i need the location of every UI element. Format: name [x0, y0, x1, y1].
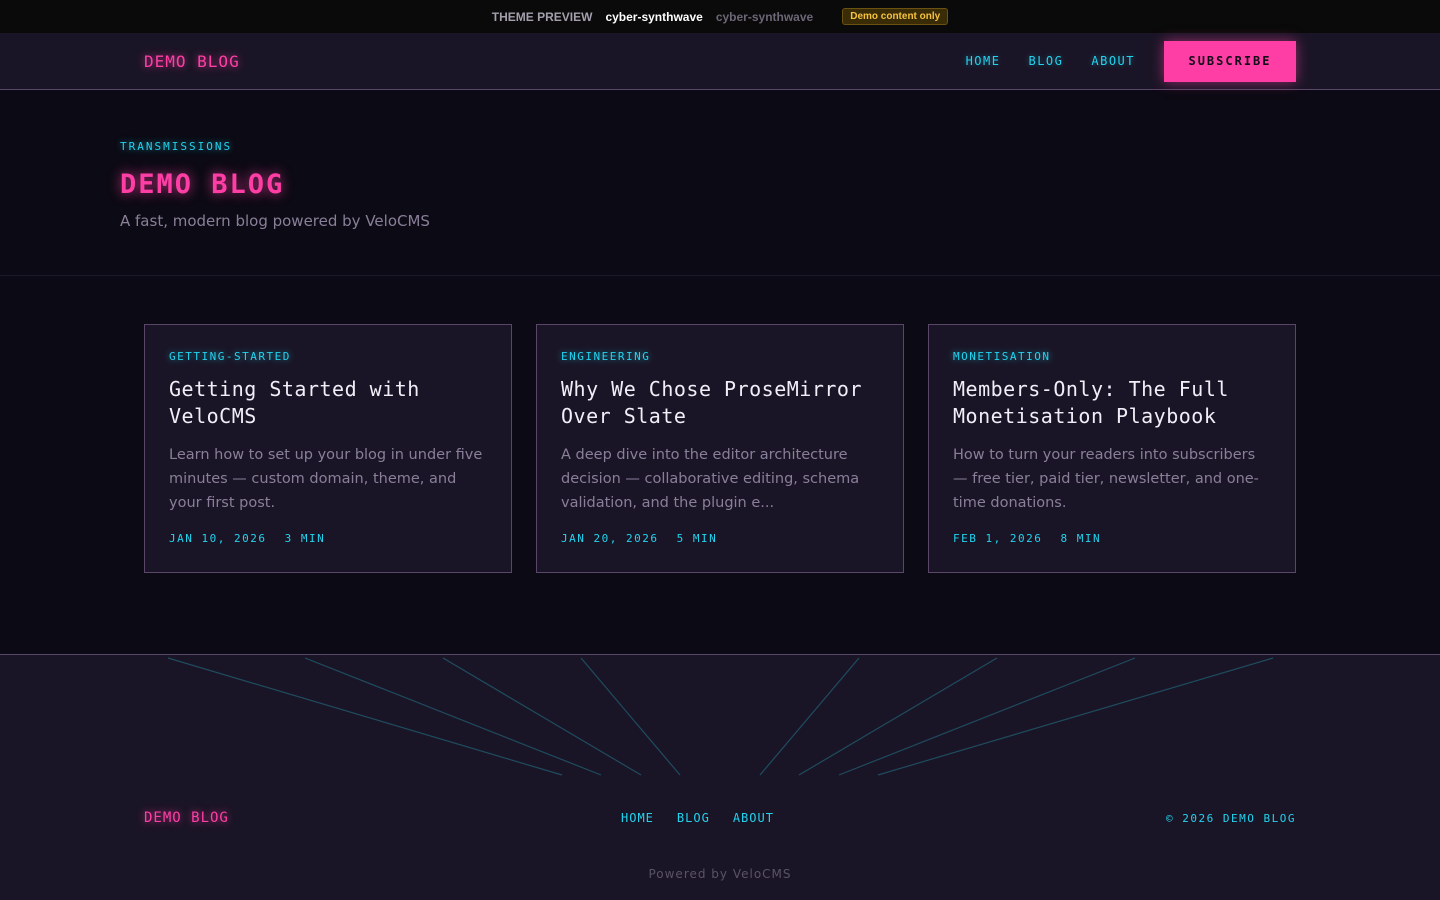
nav-link-blog[interactable]: BLOG — [1028, 54, 1063, 68]
site-logo[interactable]: DEMO BLOG — [144, 52, 240, 71]
post-read-time: 5 MIN — [676, 532, 718, 545]
hero-eyebrow: TRANSMISSIONS — [120, 140, 233, 153]
site-footer: DEMO BLOG HOME BLOG ABOUT © 2026 DEMO BL… — [0, 654, 1440, 900]
copyright-text: © 2026 DEMO BLOG — [1166, 811, 1296, 825]
footer-link-home[interactable]: HOME — [621, 811, 654, 825]
synthwave-grid-decoration — [167, 657, 1274, 776]
post-date: JAN 10, 2026 — [169, 532, 267, 545]
theme-preview-bar: THEME PREVIEW cyber-synthwave cyber-synt… — [0, 0, 1440, 33]
post-card[interactable]: MONETISATION Members-Only: The Full Mone… — [928, 324, 1296, 573]
site-header: DEMO BLOG HOME BLOG ABOUT SUBSCRIBE — [0, 33, 1440, 90]
post-read-time: 8 MIN — [1060, 532, 1102, 545]
post-title[interactable]: Members-Only: The Full Monetisation Play… — [953, 376, 1271, 430]
hero-subtitle: A fast, modern blog powered by VeloCMS — [120, 212, 430, 230]
post-card[interactable]: GETTING-STARTED Getting Started with Vel… — [144, 324, 512, 573]
main-nav: HOME BLOG ABOUT SUBSCRIBE — [966, 40, 1296, 82]
post-meta: JAN 10, 2026 3 MIN — [169, 532, 487, 545]
nav-link-about[interactable]: ABOUT — [1091, 54, 1135, 68]
hero-section: TRANSMISSIONS DEMO BLOG A fast, modern b… — [0, 90, 1440, 276]
post-tag[interactable]: MONETISATION — [953, 350, 1271, 363]
footer-link-blog[interactable]: BLOG — [677, 811, 710, 825]
post-list: GETTING-STARTED Getting Started with Vel… — [0, 276, 1440, 654]
footer-row: DEMO BLOG HOME BLOG ABOUT © 2026 DEMO BL… — [144, 810, 1296, 826]
current-theme-name: cyber-synthwave — [605, 9, 703, 24]
post-excerpt: A deep dive into the editor architecture… — [561, 447, 860, 511]
nav-link-home[interactable]: HOME — [966, 54, 1001, 68]
post-excerpt: Learn how to set up your blog in under f… — [169, 447, 483, 511]
page-title: DEMO BLOG — [120, 169, 285, 200]
post-card[interactable]: ENGINEERING Why We Chose ProseMirror Ove… — [536, 324, 904, 573]
footer-link-about[interactable]: ABOUT — [733, 811, 774, 825]
footer-logo[interactable]: DEMO BLOG — [144, 810, 229, 826]
demo-content-badge: Demo content only — [842, 8, 949, 25]
post-read-time: 3 MIN — [284, 532, 326, 545]
post-title[interactable]: Getting Started with VeloCMS — [169, 376, 487, 430]
post-meta: JAN 20, 2026 5 MIN — [561, 532, 879, 545]
theme-select[interactable]: cyber-synthwave — [716, 10, 813, 24]
post-tag[interactable]: GETTING-STARTED — [169, 350, 487, 363]
post-tag[interactable]: ENGINEERING — [561, 350, 879, 363]
footer-nav: HOME BLOG ABOUT — [621, 811, 797, 825]
powered-by-text: Powered by VeloCMS — [648, 867, 792, 881]
post-meta: FEB 1, 2026 8 MIN — [953, 532, 1271, 545]
post-excerpt: How to turn your readers into subscriber… — [953, 447, 1259, 511]
post-title[interactable]: Why We Chose ProseMirror Over Slate — [561, 376, 879, 430]
post-date: FEB 1, 2026 — [953, 532, 1043, 545]
subscribe-button[interactable]: SUBSCRIBE — [1164, 40, 1296, 82]
post-date: JAN 20, 2026 — [561, 532, 659, 545]
theme-preview-label: THEME PREVIEW — [491, 9, 593, 24]
